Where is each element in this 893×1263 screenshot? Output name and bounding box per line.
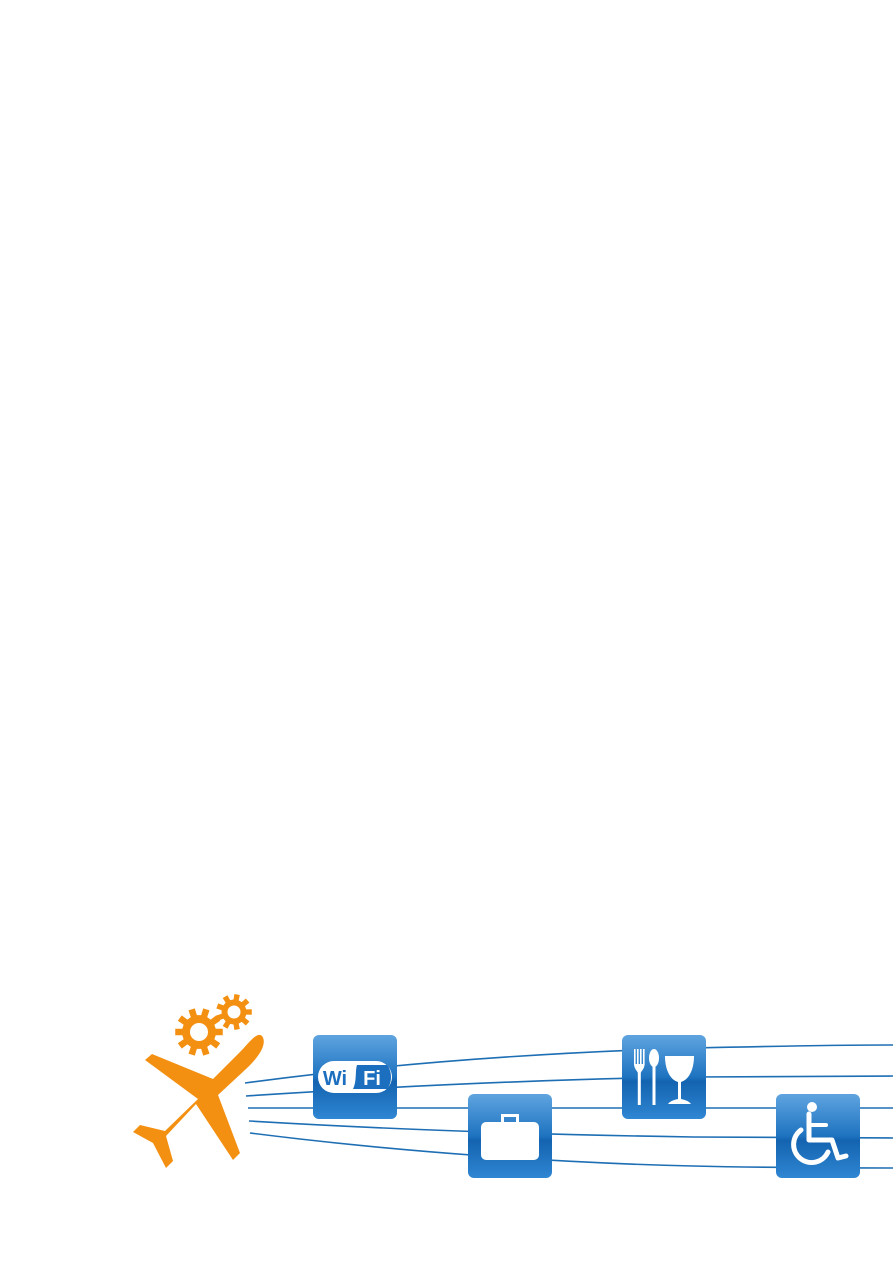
gear-hole bbox=[190, 1023, 208, 1041]
airplane-icon bbox=[133, 1034, 264, 1168]
flight-services-illustration: Wi Fi bbox=[133, 994, 893, 1178]
baggage-tile bbox=[468, 1094, 552, 1178]
wifi-label-wi: Wi bbox=[323, 1068, 347, 1090]
tile-background bbox=[776, 1094, 860, 1178]
gear-hole bbox=[227, 1005, 241, 1019]
dining-tile bbox=[622, 1035, 706, 1119]
gear-icon bbox=[216, 994, 252, 1030]
tile-background bbox=[622, 1035, 706, 1119]
gear-icon bbox=[175, 1008, 223, 1056]
wifi-icon: Wi Fi bbox=[318, 1061, 392, 1093]
wifi-tile: Wi Fi bbox=[313, 1035, 397, 1119]
wifi-label-fi: Fi bbox=[363, 1068, 381, 1090]
accessibility-tile bbox=[776, 1094, 860, 1178]
